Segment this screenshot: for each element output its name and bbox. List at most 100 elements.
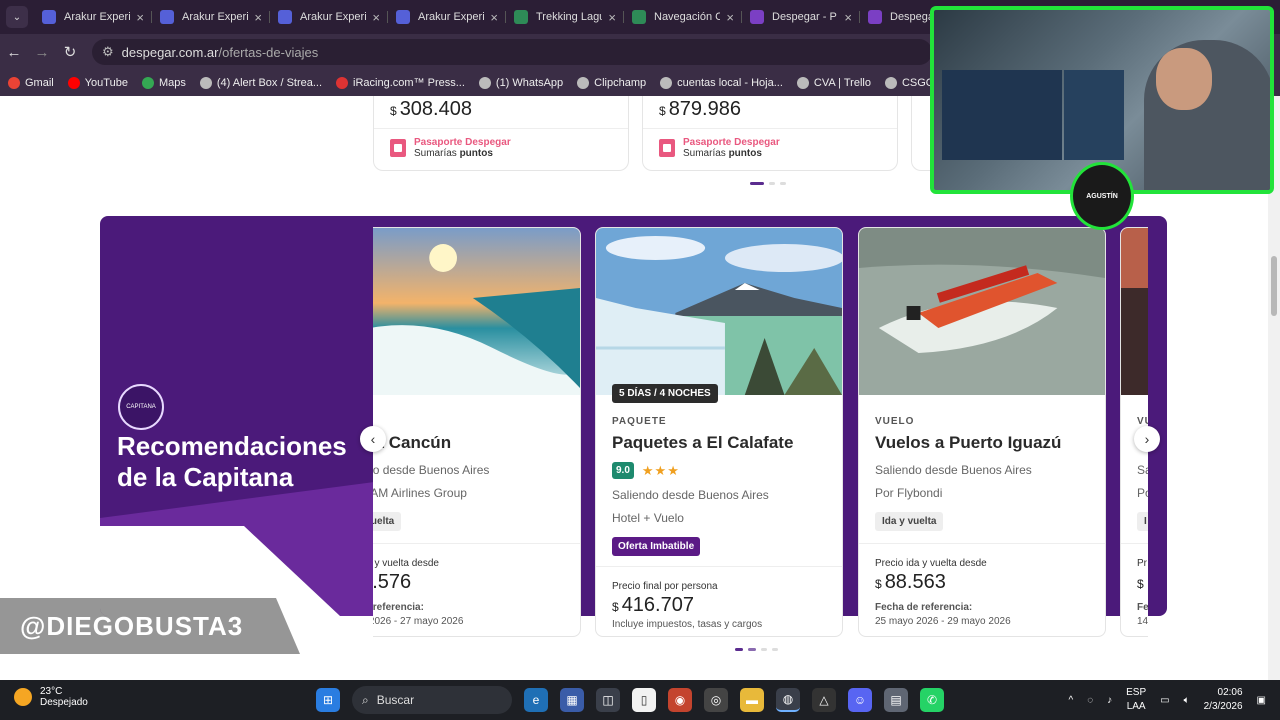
- chrome-icon[interactable]: ◍: [776, 688, 800, 712]
- carousel-dot[interactable]: [780, 182, 786, 185]
- price-label: Precio ida y vuelta desde: [875, 558, 987, 569]
- offer-card-el-calafate[interactable]: 5 DÍAS / 4 NOCHES PAQUETE Paquetes a El …: [595, 227, 843, 637]
- bookmark-item[interactable]: cuentas local - Hoja...: [660, 77, 783, 89]
- offer-card-puerto-iguazu[interactable]: VUELO Vuelos a Puerto Iguazú Saliendo de…: [858, 227, 1106, 637]
- language-indicator[interactable]: ESP LAA: [1126, 686, 1146, 714]
- carousel-dot[interactable]: [772, 648, 778, 651]
- tab-list: Arakur Experi × Arakur Experi × Arakur Exper…: [34, 3, 978, 31]
- url-domain: despegar.com.ar: [121, 44, 219, 60]
- bookmark-item[interactable]: YouTube: [67, 77, 128, 89]
- forward-icon[interactable]: →: [28, 44, 56, 61]
- browser-tab[interactable]: Arakur Experi ×: [34, 3, 152, 31]
- widgets-icon[interactable]: ▦: [560, 688, 584, 712]
- oferta-badge: Oferta Imbatible: [612, 537, 701, 556]
- browser-tab[interactable]: Arakur Experi ×: [388, 3, 506, 31]
- bookmark-item[interactable]: (1) WhatsApp: [478, 77, 564, 89]
- price-label: o ida y vuelta desde: [373, 558, 439, 569]
- store-icon[interactable]: ◫: [596, 688, 620, 712]
- clock[interactable]: 02:06 2/3/2026: [1204, 686, 1243, 714]
- bookmark-label: Gmail: [25, 77, 54, 89]
- edge-icon[interactable]: e: [524, 688, 548, 712]
- bookmark-label: CVA | Trello: [813, 77, 871, 89]
- notification-icon[interactable]: ▣: [1257, 695, 1266, 706]
- calculator-icon[interactable]: ▤: [884, 688, 908, 712]
- discord-icon[interactable]: ☺: [848, 688, 872, 712]
- bookmark-label: YouTube: [84, 77, 128, 89]
- offer-price: $308.408: [390, 98, 472, 120]
- reload-icon[interactable]: ↻: [56, 43, 84, 61]
- carousel-dot[interactable]: [748, 648, 756, 651]
- tab-search-icon[interactable]: ⌄: [6, 6, 28, 28]
- carousel-dot[interactable]: [750, 182, 764, 185]
- obs-icon[interactable]: ◎: [704, 688, 728, 712]
- taskbar-search[interactable]: ⌕ Buscar: [352, 686, 512, 714]
- bookmark-item[interactable]: CVA | Trello: [796, 77, 871, 89]
- divider: [643, 128, 897, 129]
- close-tab-icon[interactable]: ×: [844, 10, 852, 25]
- close-tab-icon[interactable]: ×: [136, 10, 144, 25]
- bookmark-favicon-icon: [577, 77, 590, 89]
- bookmark-label: (4) Alert Box / Strea...: [216, 77, 323, 89]
- browser-tab[interactable]: Arakur Experi ×: [270, 3, 388, 31]
- scrollbar-thumb[interactable]: [1271, 256, 1277, 316]
- close-tab-icon[interactable]: ×: [254, 10, 262, 25]
- bookmark-favicon-icon: [141, 77, 154, 89]
- capitana-logo: CAPITANA: [118, 384, 164, 430]
- passport-icon: [390, 139, 406, 157]
- tab-favicon-icon: [278, 10, 292, 24]
- app-icon[interactable]: △: [812, 688, 836, 712]
- bookmark-item[interactable]: Clipchamp: [577, 77, 646, 89]
- network-icon[interactable]: ◌: [1087, 695, 1093, 706]
- card-title: Vuelos a Puerto Iguazú: [875, 433, 1062, 452]
- carousel-prev-button[interactable]: ‹: [360, 426, 386, 452]
- windows-start-icon[interactable]: ⊞: [316, 688, 340, 712]
- streamer-logo: AGUSTÍN: [1070, 162, 1134, 230]
- carousel-dot[interactable]: [761, 648, 767, 651]
- browser-tab[interactable]: Navegación C ×: [624, 3, 742, 31]
- top-offer-card[interactable]: $879.986 Pasaporte Despegar Sumarías pun…: [642, 96, 898, 171]
- windows-taskbar: 23°C Despejado ⊞ ⌕ Buscar e ▦ ◫ ▯ ◉ ◎ ▬ ◍…: [0, 680, 1280, 720]
- carousel-dot[interactable]: [769, 182, 775, 185]
- top-offer-card[interactable]: $308.408 Pasaporte Despegar Sumarías pun…: [373, 96, 629, 171]
- weather-widget[interactable]: 23°C Despejado: [14, 686, 88, 708]
- card-type: VUELO: [875, 416, 915, 427]
- file-explorer-icon[interactable]: ▬: [740, 688, 764, 712]
- banner-title: Recomendaciones de la Capitana: [117, 431, 347, 492]
- close-tab-icon[interactable]: ×: [490, 10, 498, 25]
- price-label: Pr: [1137, 558, 1147, 569]
- bookmark-item[interactable]: Gmail: [8, 77, 54, 89]
- url-field[interactable]: ⚙ despegar.com.ar/ofertas-de-viajes: [92, 39, 932, 65]
- close-tab-icon[interactable]: ×: [726, 10, 734, 25]
- site-info-icon[interactable]: ⚙: [102, 44, 114, 60]
- bookmark-item[interactable]: Maps: [141, 77, 186, 89]
- divider: [374, 128, 628, 129]
- browser-tab[interactable]: Trekking Lagu ×: [506, 3, 624, 31]
- chevron-up-icon[interactable]: ^: [1068, 695, 1073, 706]
- card-origin: iendo desde Buenos Aires: [373, 463, 490, 477]
- top-carousel-dots: [750, 182, 786, 185]
- close-tab-icon[interactable]: ×: [372, 10, 380, 25]
- microphone-icon[interactable]: ♪: [1107, 695, 1112, 706]
- carousel-dot[interactable]: [735, 648, 743, 651]
- monitor-icon[interactable]: ▭: [1160, 695, 1169, 706]
- browser-tab[interactable]: Arakur Experi ×: [152, 3, 270, 31]
- carousel-next-button[interactable]: ›: [1134, 426, 1160, 452]
- taskbar-apps: ⊞ ⌕ Buscar e ▦ ◫ ▯ ◉ ◎ ▬ ◍ △ ☺ ▤ ✆: [316, 686, 944, 714]
- trip-type-chip: I: [1137, 512, 1148, 531]
- close-tab-icon[interactable]: ×: [608, 10, 616, 25]
- volume-icon[interactable]: 🔈︎: [1184, 695, 1190, 706]
- reference-date-label: a de referencia:: [373, 602, 424, 613]
- bookmark-label: (1) WhatsApp: [495, 77, 564, 89]
- pasaporte-points: Sumarías puntos: [414, 148, 493, 159]
- file-icon[interactable]: ▯: [632, 688, 656, 712]
- trip-type-chip: Ida y vuelta: [875, 512, 944, 531]
- bookmark-item[interactable]: iRacing.com™ Press...: [336, 77, 465, 89]
- app-icon[interactable]: ◉: [668, 688, 692, 712]
- boat-rapids-image: [859, 228, 1105, 395]
- back-icon[interactable]: ←: [0, 44, 28, 61]
- offer-card-cancun[interactable]: LO os a Cancún iendo desde Buenos Aires …: [373, 227, 581, 637]
- whatsapp-icon[interactable]: ✆: [920, 688, 944, 712]
- browser-tab[interactable]: Despegar - P ×: [742, 3, 860, 31]
- search-icon: ⌕: [362, 692, 369, 707]
- bookmark-item[interactable]: (4) Alert Box / Strea...: [199, 77, 323, 89]
